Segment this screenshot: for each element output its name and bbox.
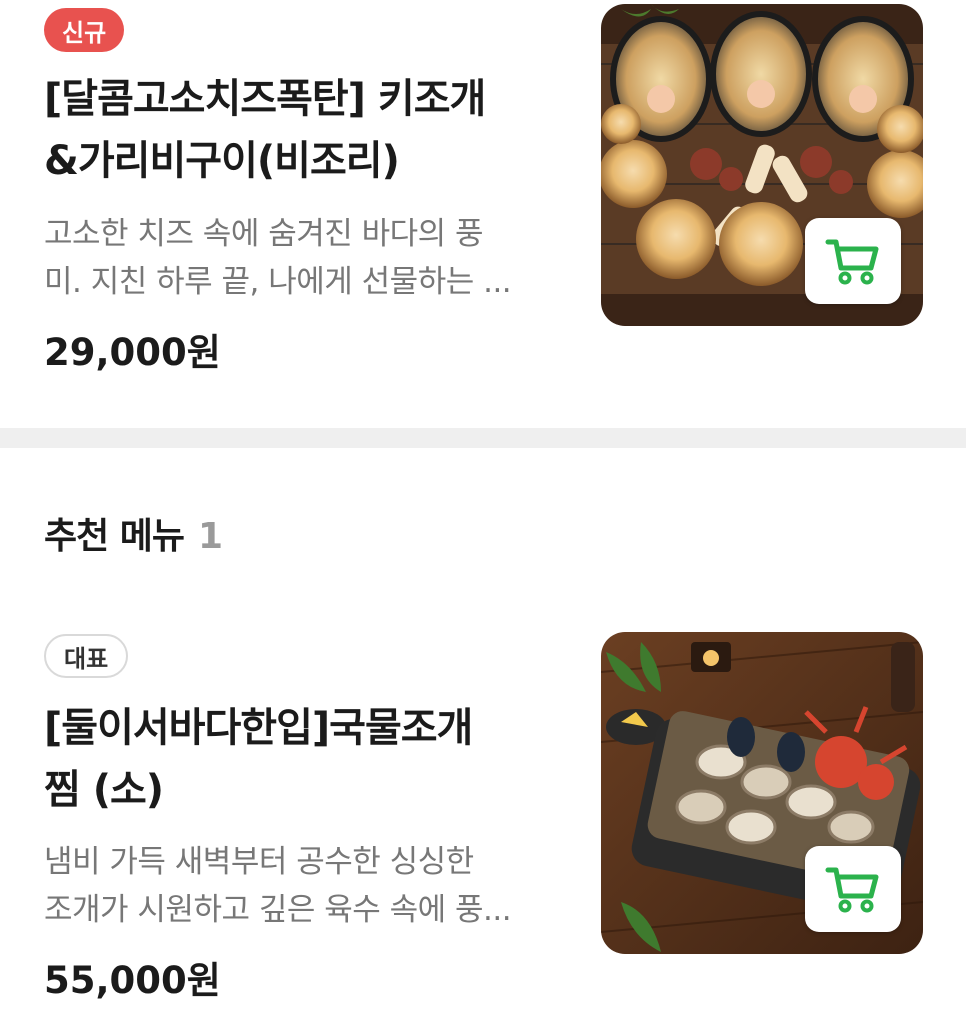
- menu-item-price: 55,000원: [44, 959, 221, 1002]
- section-title: 추천 메뉴 1: [44, 516, 223, 557]
- menu-item-title: [달콤고소치즈폭탄] 키조개 &가리비구이(비조리): [44, 76, 486, 184]
- menu-item-description: 고소한 치즈 속에 숨겨진 바다의 풍 미. 지친 하루 끝, 나에게 선물하는…: [44, 216, 512, 300]
- add-to-cart-button[interactable]: [805, 218, 901, 304]
- menu-item-1[interactable]: 신규 [달콤고소치즈폭탄] 키조개 &가리비구이(비조리) 고소한 치즈 속에 …: [0, 0, 966, 428]
- menu-item-title: [둘이서바다한입]국물조개 찜 (소): [44, 705, 473, 813]
- menu-item-2[interactable]: 대표 [둘이서바다한입]국물조개 찜 (소) 냄비 가득 새벽부터 공수한 싱싱…: [0, 620, 966, 1033]
- representative-badge: 대표: [44, 634, 129, 678]
- add-to-cart-button[interactable]: [805, 846, 901, 932]
- section-divider: [0, 428, 966, 448]
- menu-item-description: 냄비 가득 새벽부터 공수한 싱싱한 조개가 시원하고 깊은 육수 속에 풍..…: [44, 844, 512, 928]
- menu-item-price: 29,000원: [44, 331, 221, 374]
- steamed-clams-photo[interactable]: [601, 632, 923, 954]
- grilled-scallops-photo[interactable]: [601, 4, 923, 326]
- cart-icon: [825, 867, 879, 913]
- new-badge: 신규: [44, 8, 125, 52]
- section-count: 1: [198, 516, 223, 557]
- cart-icon: [825, 239, 879, 285]
